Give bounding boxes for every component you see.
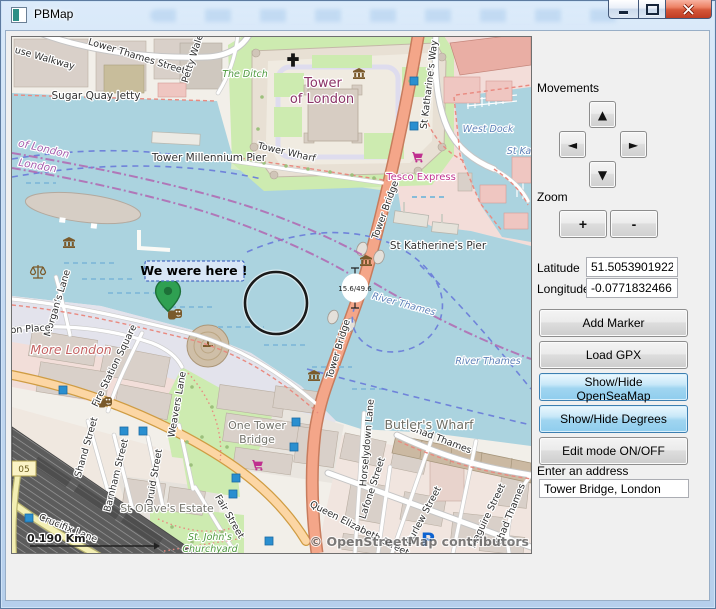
close-icon (682, 4, 695, 15)
zoom-in-button[interactable]: + (559, 210, 607, 238)
pan-up-button[interactable]: ▲ (589, 101, 616, 128)
label-st-johns-1: St. John's (188, 532, 232, 543)
label-st-olaves-estate: St Olave's Estate (120, 502, 214, 515)
zoom-out-button[interactable]: - (610, 210, 658, 238)
label-sugar-quay-jetty: Sugar Quay Jetty (52, 90, 141, 102)
add-marker-button[interactable]: Add Marker (539, 309, 688, 337)
address-input[interactable] (539, 479, 689, 498)
pan-right-button[interactable]: ► (620, 131, 647, 158)
svg-text:0.190 Km: 0.190 Km (27, 532, 86, 545)
latitude-input[interactable] (586, 257, 678, 277)
map-canvas[interactable]: 05 (11, 36, 532, 554)
pbmap-window: PBMap (0, 0, 716, 609)
label-tower-millennium-pier: Tower Millennium Pier (151, 152, 267, 164)
app-icon (11, 7, 27, 23)
road-ref-badge: 05 (12, 461, 36, 476)
pan-down-button[interactable]: ▼ (589, 161, 616, 188)
label-st-ka: St Ka (507, 146, 531, 157)
osm-attribution: © OpenStreetMap contributors (310, 534, 529, 549)
label-more-london: More London (30, 342, 111, 357)
address-label: Enter an address (537, 464, 628, 478)
maximize-icon (646, 4, 659, 15)
edit-mode-button[interactable]: Edit mode ON/OFF (539, 437, 688, 465)
svg-text:15.6/49.6: 15.6/49.6 (338, 285, 372, 293)
label-tower-of-london-1: Tower (303, 76, 342, 91)
longitude-input[interactable] (586, 278, 678, 298)
zoom-label: Zoom (537, 190, 568, 204)
close-button[interactable] (666, 0, 712, 19)
label-west-dock: West Dock (463, 124, 514, 135)
latitude-label: Latitude (537, 261, 580, 275)
label-one-tower-bridge-1: One Tower (228, 419, 286, 432)
window-title: PBMap (34, 7, 73, 21)
svg-text:05: 05 (18, 465, 29, 475)
toggle-degrees-button[interactable]: Show/Hide Degrees (539, 405, 688, 433)
theatre-icon (168, 309, 182, 320)
minimize-icon (619, 11, 628, 14)
label-st-katherines-pier: St Katherine's Pier (390, 240, 487, 252)
marker-label[interactable]: We were here ! (140, 261, 247, 281)
maximize-button[interactable] (638, 0, 666, 19)
load-gpx-button[interactable]: Load GPX (539, 341, 688, 369)
svg-text:We were here !: We were here ! (140, 263, 247, 278)
movements-label: Movements (537, 81, 599, 95)
aero-glass-reflection (150, 9, 620, 22)
label-one-tower-bridge-2: Bridge (239, 433, 275, 446)
toggle-openseamap-button[interactable]: Show/Hide OpenSeaMap (539, 373, 688, 401)
minimize-button[interactable] (608, 0, 638, 19)
title-bar[interactable]: PBMap (0, 0, 716, 30)
label-st-johns-2: Churchyard (182, 544, 238, 553)
pan-left-button[interactable]: ◄ (559, 131, 586, 158)
label-river-thames-2: River Thames (455, 356, 520, 367)
longitude-label: Longitude (537, 282, 590, 296)
label-butlers-wharf: Butler's Wharf (384, 417, 474, 432)
label-tower-of-london-2: of London (290, 92, 354, 107)
label-the-ditch: The Ditch (222, 69, 268, 80)
map-svg: 05 (12, 37, 531, 553)
